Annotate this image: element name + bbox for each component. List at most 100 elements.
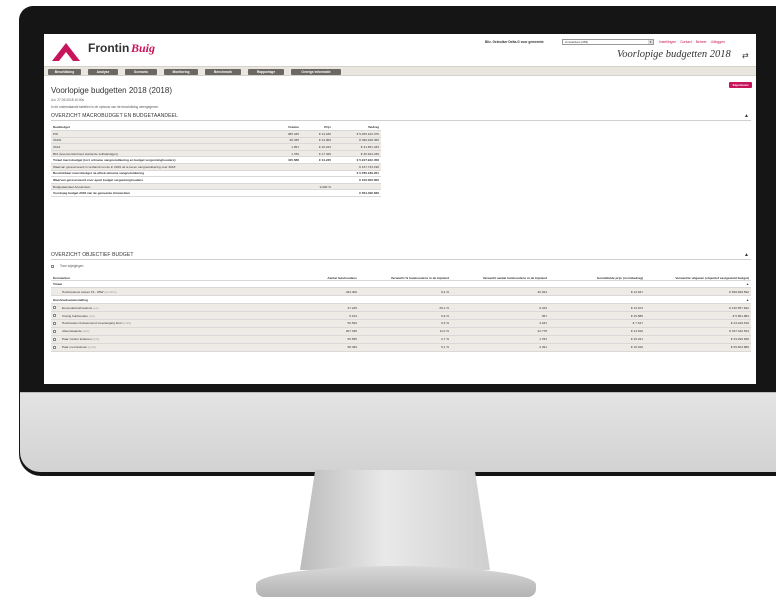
cell-spend: € 24.229.619 [645, 319, 751, 328]
municipality-select-value: Amsterdam (363) [565, 39, 589, 44]
cell-price: € 15.585 [549, 311, 645, 320]
cell-households: 5.193 [283, 311, 359, 320]
table-row: Waarvan gereserveerd voor apart budget v… [51, 176, 381, 184]
cell-amount: € 137.733.196 [333, 163, 381, 171]
cell-spend: € 130.557.842 [645, 303, 751, 313]
cell-spend: € 69.503.886 [645, 343, 751, 352]
divider [51, 120, 751, 121]
chevron-down-icon[interactable]: ▾ [648, 39, 653, 44]
row-label: Budgetaandeel Amsterdam [51, 183, 261, 191]
tab-analyse[interactable]: Analyse [88, 68, 118, 75]
cell-price [301, 189, 333, 198]
row-checkbox[interactable] [53, 314, 56, 318]
cell-amount: € 31.651.433 [333, 143, 381, 151]
cell-pct: 6,3 % [359, 319, 451, 328]
tab-beschikking[interactable]: Beschikking [48, 68, 81, 75]
link-beheer[interactable]: Beheer [696, 40, 707, 44]
collapse-objective-icon[interactable]: ▲ [744, 252, 749, 258]
col-header: Verwacht aantal huishoudens in de bijsta… [451, 270, 549, 281]
cell-pct: 11,0 % [359, 327, 451, 336]
group-row[interactable]: Totaal ▲ [51, 280, 751, 289]
tab-benchmark[interactable]: Benchmark [205, 68, 241, 75]
cell-price: € 14.647 [549, 287, 645, 297]
link-instellingen[interactable]: Instellingen [659, 40, 676, 44]
cell-volume [261, 176, 301, 184]
row-code: (pzk) [92, 337, 100, 342]
cell-volume [261, 163, 301, 171]
cell-amount [333, 183, 381, 191]
toggle-changes-checkbox[interactable] [51, 264, 54, 268]
collapse-group-icon[interactable]: ▲ [645, 295, 751, 305]
row-checkbox[interactable] [53, 306, 56, 310]
cell-pct: 2,7 % [359, 335, 451, 344]
row-label: Totaal macrobudget (incl. uitname vangne… [51, 156, 261, 165]
brand-frontin: Frontin [88, 41, 130, 55]
link-contact[interactable]: Contact [680, 40, 692, 44]
cell-amount: € 396.918.450 [333, 137, 381, 145]
tab-rapportage[interactable]: Rapportage [248, 68, 284, 75]
cell-households: 434.400 [283, 287, 359, 297]
table-row: Waarvan gereserveerd in verband met de i… [51, 163, 381, 171]
cell-price [301, 163, 333, 171]
table-row: Budgetaandeel Amsterdam 9,990 % [51, 183, 381, 191]
cell-pct: 9,4 % [359, 287, 451, 297]
logo-mark-icon [52, 43, 80, 61]
row-checkbox[interactable] [53, 322, 56, 326]
toggle-changes-label: Toon wijzigingen [60, 264, 84, 268]
row-code: (ovt) [88, 313, 96, 318]
cell-price: € 16.223 [301, 143, 333, 151]
col-header: Volume [261, 124, 301, 132]
cell-pct: 25,1 % [359, 303, 451, 313]
cell-expected: 9.343 [451, 303, 549, 313]
link-uitloggen[interactable]: Uitloggen [711, 40, 725, 44]
municipality-select[interactable]: Amsterdam (363) ▾ [562, 38, 654, 45]
collapse-macro-icon[interactable]: ▲ [744, 113, 749, 119]
cell-price: € 13.974 [549, 303, 645, 313]
row-label: Eenoudertuishoudens [62, 305, 93, 310]
table-row: Totaal macrobudget (incl. uitname vangne… [51, 156, 381, 165]
group-label: Huishoudsamenstelling [51, 295, 645, 305]
table-row: IOAZ 1.951 € 16.223 € 31.651.433 [51, 143, 381, 151]
cell-amount: € 30.944.236 [333, 150, 381, 158]
cell-amount: € 5.780.189.261 [333, 170, 381, 178]
table-row: Overig huishouden (ovt) 5.193 6,9 % 357 … [51, 311, 751, 320]
cell-price: € 14.009 [301, 137, 333, 145]
intro-text: In de onderstaande tabellen is de opbouw… [51, 104, 160, 109]
row-label: Waarvan gereserveerd in verband met de i… [51, 163, 261, 171]
col-header: Verwachte uitgaven (objectief vastgestel… [645, 270, 751, 281]
collapse-group-icon[interactable]: ▲ [645, 280, 751, 289]
screen: Frontin Buig Bliz. Gebruiker Delta-G voo… [44, 34, 756, 384]
cell-spend: € 5.561.884 [645, 311, 751, 320]
cell-price [301, 176, 333, 184]
cell-price: € 19.221 [549, 335, 645, 344]
row-label: Huishouden thuiswonend meerderjarig kind [62, 321, 122, 326]
tab-monitoring[interactable]: Monitoring [164, 68, 198, 75]
cell-price: € 19.910 [549, 343, 645, 352]
toggle-changes[interactable]: Toon wijzigingen [51, 264, 83, 268]
divider [51, 259, 751, 260]
cell-volume: 385.435 [261, 130, 301, 138]
cell-volume: 1.789 [261, 150, 301, 158]
row-checkbox[interactable] [53, 345, 56, 349]
table-row: Bbz (levensonderhoud startende zelfstand… [51, 150, 381, 158]
row-label: Voorlopig budget 2018 van de gemeente Am… [51, 189, 261, 198]
tab-scenario[interactable]: Scenario [125, 68, 157, 75]
objective-section-title: OVERZICHT OBJECTIEF BUDGET [51, 252, 134, 258]
row-label: Paar met kinderen [62, 345, 88, 350]
row-label: PW [51, 130, 261, 138]
swap-arrows-icon[interactable]: ⇄ [742, 51, 749, 60]
row-checkbox[interactable] [53, 337, 56, 341]
group-row[interactable]: Huishoudsamenstelling ▲ [51, 295, 751, 305]
table-row: Huishouden thuiswonend meerderjarig kind… [51, 319, 751, 328]
row-label: Huishoudens tussen 15 - 65W [62, 289, 104, 294]
col-header: Bedrag [333, 124, 381, 132]
export-button[interactable]: Exporteren [729, 82, 752, 88]
cell-amount: € 564.496.836 [333, 189, 381, 198]
cell-volume [261, 189, 301, 198]
tab-overige-informatie[interactable]: Overige informatie [291, 68, 341, 75]
cell-amount: € 5.465.102.370 [333, 130, 381, 138]
cell-price: € 14.245 [301, 156, 333, 165]
row-label: Bbz (levensonderhoud startende zelfstand… [51, 150, 261, 158]
row-checkbox[interactable] [53, 329, 56, 333]
cell-households: 68.499 [283, 343, 359, 352]
